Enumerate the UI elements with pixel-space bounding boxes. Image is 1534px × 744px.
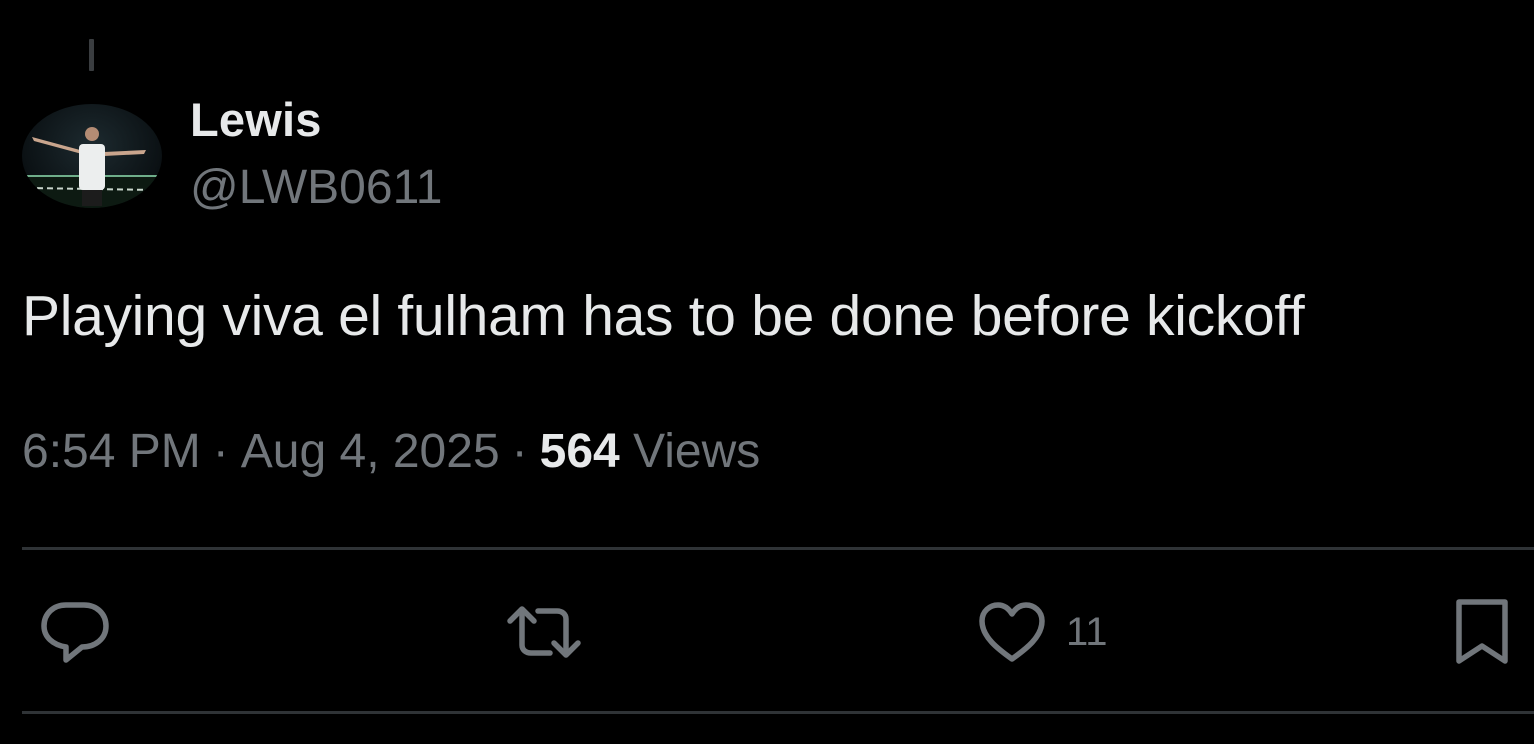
views-label[interactable]: Views (633, 425, 760, 478)
heart-icon (979, 602, 1045, 662)
repost-button[interactable] (504, 598, 584, 666)
divider (22, 711, 1534, 714)
tweet-meta: 6:54 PM · Aug 4, 2025 · 564 Views (22, 424, 760, 479)
views-count[interactable]: 564 (540, 425, 620, 478)
tweet-time[interactable]: 6:54 PM (22, 425, 201, 478)
bookmark-button[interactable] (1454, 598, 1510, 666)
reply-button[interactable] (40, 598, 110, 666)
like-button[interactable]: 11 (978, 598, 1108, 666)
divider (22, 547, 1534, 550)
user-handle[interactable]: @LWB0611 (190, 160, 442, 215)
avatar[interactable] (22, 104, 162, 208)
tweet-text: Playing viva el fulham has to be done be… (22, 284, 1305, 348)
display-name[interactable]: Lewis (190, 92, 322, 147)
reply-icon (41, 602, 109, 663)
tweet-date[interactable]: Aug 4, 2025 (241, 425, 500, 478)
like-count[interactable]: 11 (1066, 610, 1108, 655)
bookmark-icon (1456, 599, 1508, 664)
meta-separator: · (511, 425, 528, 478)
repost-icon (507, 606, 581, 658)
thread-connector-line (89, 39, 94, 71)
meta-separator: · (212, 425, 229, 478)
